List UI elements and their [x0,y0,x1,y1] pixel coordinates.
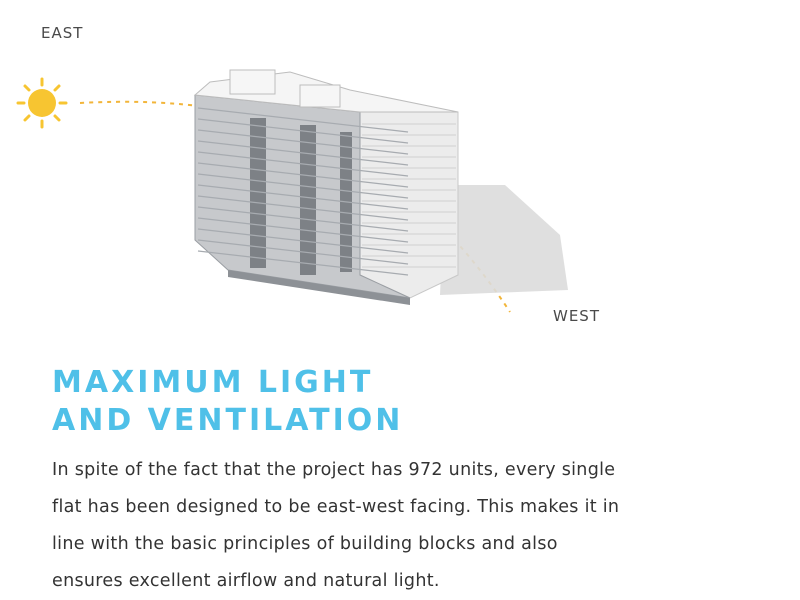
description-paragraph: In spite of the fact that the project ha… [52,452,797,600]
building [193,69,459,305]
description-line-1: In spite of the fact that the project ha… [52,460,616,480]
headline-line-2: AND VENTILATION [52,403,404,438]
headline-line-1: MAXIMUM LIGHT [52,365,374,400]
roof-block-left [229,69,276,95]
building-shadow [440,185,568,295]
headline: MAXIMUM LIGHT AND VENTILATION [52,364,403,440]
description-line-2: flat has been designed to be east-west f… [52,497,620,517]
description-line-3: line with the basic principles of buildi… [52,534,558,554]
building-illustration [16,69,568,313]
sun-icon [16,77,68,129]
description-line-4: ensures excellent airflow and natural li… [52,571,440,591]
roof-block-right [299,84,341,108]
